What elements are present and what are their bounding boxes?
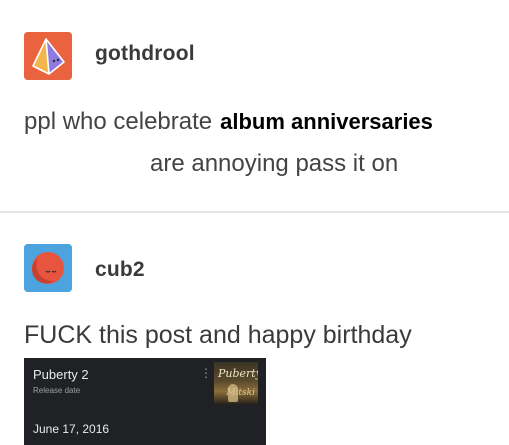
post-cub2: cub2 FUCK this post and happy birthday P…: [0, 214, 509, 445]
post-gothdrool: gothdrool ppl who celebrate album anniver…: [0, 0, 509, 212]
album-art: Puberty Mitski: [214, 362, 258, 404]
post-text-line-2: are annoying pass it on: [150, 150, 399, 177]
avatar[interactable]: [24, 32, 72, 80]
pyramid-icon: [24, 32, 72, 80]
release-date-value: June 17, 2016: [33, 422, 110, 436]
post-text-line-1: ppl who celebrate album anniversaries: [24, 108, 433, 136]
sleeping-moon-icon: [24, 244, 72, 292]
highlighted-text: album anniversaries: [220, 109, 433, 134]
username[interactable]: cub2: [95, 258, 145, 282]
album-art-artist: Mitski: [226, 388, 255, 398]
post-divider: [0, 211, 509, 213]
avatar[interactable]: [24, 244, 72, 292]
release-date-label: Release date: [33, 386, 81, 395]
more-vert-icon[interactable]: ⋮: [200, 367, 212, 379]
post-text: ppl who celebrate: [24, 108, 213, 135]
album-art-title: Puberty: [218, 367, 258, 380]
album-title: Puberty 2: [33, 367, 89, 382]
username[interactable]: gothdrool: [95, 42, 195, 66]
post-text: FUCK this post and happy birthday: [24, 321, 412, 349]
release-date-card: Puberty 2 Release date June 17, 2016 ⋮ P…: [24, 358, 266, 445]
